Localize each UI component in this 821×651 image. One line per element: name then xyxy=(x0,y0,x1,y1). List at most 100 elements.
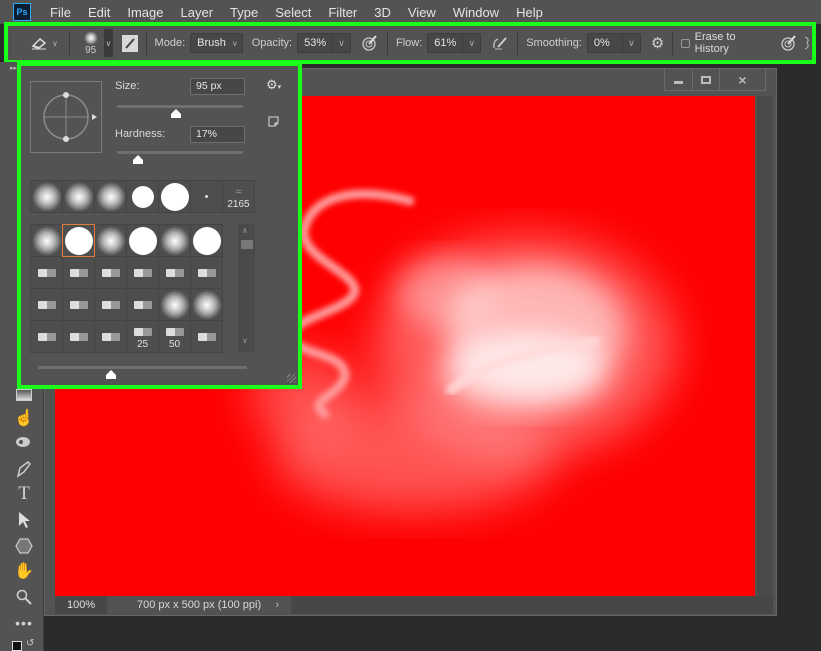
checkbox-box[interactable] xyxy=(681,38,690,48)
brush-picker-dropdown[interactable]: ∨ xyxy=(103,29,113,57)
zoom-tool[interactable] xyxy=(12,586,36,608)
scroll-thumb[interactable] xyxy=(241,240,253,249)
close-button[interactable]: × xyxy=(719,69,765,90)
path-selection-tool[interactable] xyxy=(12,509,36,531)
menu-view[interactable]: View xyxy=(408,5,436,20)
zoom-level[interactable]: 100% xyxy=(55,599,107,611)
preset-brush-cell[interactable] xyxy=(63,289,94,320)
menu-file[interactable]: File xyxy=(50,5,71,20)
smoothing-value[interactable]: 0% xyxy=(588,37,622,49)
new-preset-button[interactable] xyxy=(268,116,279,130)
menu-filter[interactable]: Filter xyxy=(328,5,357,20)
recent-brush-cell[interactable]: ≈2165 xyxy=(223,181,254,212)
recent-brush-cell[interactable] xyxy=(95,181,126,212)
smudge-tool[interactable]: ☝ xyxy=(12,407,36,429)
preset-brush-cell[interactable] xyxy=(127,289,158,320)
flow-value[interactable]: 61% xyxy=(428,37,462,49)
preset-brush-cell[interactable] xyxy=(62,224,95,257)
preset-brush-cell[interactable]: 50 xyxy=(159,321,190,352)
preset-brush-cell[interactable] xyxy=(191,257,222,288)
default-colors-icon[interactable] xyxy=(12,641,22,651)
preset-brush-cell[interactable] xyxy=(127,225,158,256)
menu-window[interactable]: Window xyxy=(453,5,499,20)
hardness-input[interactable]: 17% xyxy=(190,126,245,143)
recent-brush-cell[interactable] xyxy=(159,181,190,212)
preset-brush-cell[interactable] xyxy=(159,289,190,320)
size-slider[interactable] xyxy=(117,105,243,108)
menu-image[interactable]: Image xyxy=(127,5,163,20)
menu-select[interactable]: Select xyxy=(275,5,311,20)
preset-brush-cell[interactable] xyxy=(191,321,222,352)
preset-brush-cell[interactable] xyxy=(63,257,94,288)
vertical-scrollbar[interactable] xyxy=(757,96,773,596)
preset-brush-cell[interactable] xyxy=(95,257,126,288)
preview-scale-thumb[interactable] xyxy=(106,370,117,379)
separator xyxy=(517,31,519,55)
pressure-opacity-button[interactable] xyxy=(361,34,379,52)
preview-scale-slider[interactable] xyxy=(38,366,247,369)
mode-select[interactable]: Brush ∨ xyxy=(190,33,243,53)
erase-to-history-checkbox[interactable]: Erase to History xyxy=(681,31,766,55)
scroll-down-icon[interactable]: ∨ xyxy=(242,336,248,345)
swap-colors-icon[interactable]: ↺ xyxy=(26,638,34,649)
preset-brush-cell[interactable] xyxy=(95,225,126,256)
menu-layer[interactable]: Layer xyxy=(181,5,214,20)
recent-brush-cell[interactable] xyxy=(127,181,158,212)
opacity-value[interactable]: 53% xyxy=(298,37,332,49)
type-tool[interactable]: T xyxy=(12,483,36,505)
smoothing-dropdown[interactable]: ∨ xyxy=(621,34,640,52)
tools-panel-collapse[interactable]: ▸▸ xyxy=(10,64,17,72)
options-bar-grip[interactable] xyxy=(10,31,17,55)
preset-brush-cell[interactable] xyxy=(191,225,222,256)
smoothing-input[interactable]: 0% ∨ xyxy=(586,33,641,53)
brush-settings-panel-toggle[interactable] xyxy=(122,34,138,52)
preset-brush-cell[interactable] xyxy=(95,289,126,320)
airbrush-button[interactable] xyxy=(491,35,509,51)
scroll-up-icon[interactable]: ∧ xyxy=(242,226,248,235)
smoothing-options-button[interactable]: ⚙ xyxy=(651,34,664,52)
chevron-right-icon[interactable]: › xyxy=(275,599,279,611)
preset-brush-cell[interactable] xyxy=(127,257,158,288)
minimize-button[interactable] xyxy=(665,69,692,90)
menu-help[interactable]: Help xyxy=(516,5,543,20)
opacity-dropdown[interactable]: ∨ xyxy=(332,34,350,52)
preset-brush-cell[interactable] xyxy=(159,225,190,256)
recent-brush-cell[interactable] xyxy=(191,181,222,212)
preset-brush-cell[interactable] xyxy=(159,257,190,288)
hardness-slider-thumb[interactable] xyxy=(133,155,144,164)
preset-brush-cell[interactable] xyxy=(95,321,126,352)
size-input[interactable]: 95 px xyxy=(190,78,245,95)
menu-type[interactable]: Type xyxy=(230,5,258,20)
pen-tool[interactable] xyxy=(12,458,36,480)
brush-preset-picker[interactable]: 95 xyxy=(81,30,99,56)
tool-preset-picker[interactable]: ∨ xyxy=(27,36,60,50)
document-info[interactable]: 700 px x 500 px (100 ppi) › xyxy=(107,596,291,614)
hand-tool[interactable]: ✋ xyxy=(12,560,36,582)
preset-brush-cell[interactable] xyxy=(31,257,62,288)
brush-angle-preview[interactable] xyxy=(30,81,102,153)
panel-settings-button[interactable]: ⚙▾ xyxy=(266,77,281,93)
hardness-slider[interactable] xyxy=(117,151,243,154)
presets-scrollbar[interactable]: ∧ ∨ xyxy=(238,224,255,352)
preset-brush-cell[interactable]: 25 xyxy=(127,321,158,352)
preset-brush-cell[interactable] xyxy=(31,321,62,352)
flow-dropdown[interactable]: ∨ xyxy=(462,34,480,52)
recent-brush-cell[interactable] xyxy=(63,181,94,212)
size-slider-thumb[interactable] xyxy=(171,109,182,118)
pressure-size-button[interactable] xyxy=(780,34,798,52)
symmetry-button[interactable] xyxy=(804,35,812,51)
recent-brush-cell[interactable] xyxy=(31,181,62,212)
opacity-input[interactable]: 53% ∨ xyxy=(297,33,352,53)
preset-brush-cell[interactable] xyxy=(31,289,62,320)
preset-brush-cell[interactable] xyxy=(31,225,62,256)
preset-brush-cell[interactable] xyxy=(63,321,94,352)
preset-brush-cell[interactable] xyxy=(191,289,222,320)
dodge-tool[interactable] xyxy=(12,432,36,454)
edit-toolbar-button[interactable]: ••• xyxy=(12,612,36,634)
shape-tool[interactable] xyxy=(12,535,36,557)
flow-input[interactable]: 61% ∨ xyxy=(427,33,482,53)
resize-grip[interactable] xyxy=(287,374,296,383)
menu-3d[interactable]: 3D xyxy=(374,5,391,20)
maximize-button[interactable] xyxy=(692,69,719,90)
menu-edit[interactable]: Edit xyxy=(88,5,110,20)
